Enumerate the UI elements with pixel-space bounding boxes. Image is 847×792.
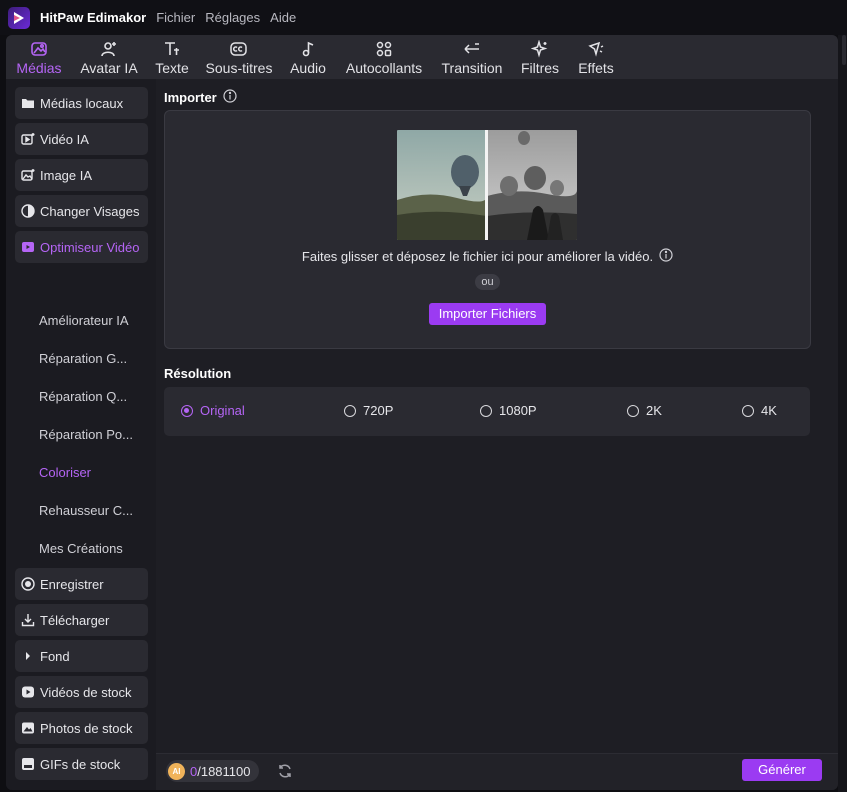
sidebar-item-telecharger[interactable]: Télécharger — [15, 604, 148, 636]
app-logo-icon — [8, 6, 30, 29]
radio-1080p[interactable]: 1080P — [480, 403, 537, 418]
radio-dot — [627, 404, 639, 417]
tab-filtres[interactable]: Filtres — [512, 35, 568, 79]
tab-texte[interactable]: Texte — [146, 35, 198, 79]
gif-icon — [21, 757, 35, 771]
radio-dot — [742, 404, 754, 417]
sidebar-item-fond[interactable]: Fond — [15, 640, 148, 672]
resolution-section-title: Résolution — [164, 366, 232, 381]
sidebar-item-changer-visages[interactable]: Changer Visages — [15, 195, 148, 227]
radio-720p[interactable]: 720P — [344, 403, 393, 418]
tab-audio[interactable]: Audio — [280, 35, 336, 79]
sparkle-icon — [531, 39, 549, 59]
stickers-icon — [375, 39, 393, 59]
menu-reglages[interactable]: Réglages — [205, 10, 260, 25]
text-icon — [163, 39, 181, 59]
sub-item-reparation-g[interactable]: Réparation G... — [39, 346, 149, 370]
sidebar-item-photos-de-stock[interactable]: Photos de stock — [15, 712, 148, 744]
tab-sous-titres[interactable]: Sous-titres — [198, 35, 280, 79]
sidebar-item-video-ia[interactable]: Vidéo IA — [15, 123, 148, 155]
sub-item-reparation-po[interactable]: Réparation Po... — [39, 422, 149, 446]
preview-image — [397, 130, 577, 240]
video-ai-icon — [21, 132, 35, 146]
top-toolbar: Médias Avatar IA Texte Sous-titres Audio — [6, 35, 838, 79]
sidebar-item-enregistrer[interactable]: Enregistrer — [15, 568, 148, 600]
subtitles-icon — [229, 39, 249, 59]
radio-original[interactable]: Original — [181, 403, 245, 418]
credits-counter: AI 0 /1881100 — [166, 760, 259, 782]
or-separator: ou — [475, 274, 500, 290]
avatar-icon — [100, 39, 118, 59]
import-section-title: Importer — [164, 89, 237, 106]
ai-coin-icon: AI — [168, 762, 185, 780]
photo-icon — [21, 721, 35, 735]
app-name: HitPaw Edimakor — [40, 10, 147, 25]
info-icon[interactable] — [659, 248, 673, 265]
sidebar-item-image-ia[interactable]: Image IA — [15, 159, 148, 191]
sidebar-item-videos-de-stock[interactable]: Vidéos de stock — [15, 676, 148, 708]
media-icon — [30, 39, 48, 59]
tab-avatar-ia[interactable]: Avatar IA — [72, 35, 146, 79]
tab-transition[interactable]: Transition — [432, 35, 512, 79]
tab-medias[interactable]: Médias — [6, 35, 72, 79]
drop-zone[interactable]: Faites glisser et déposez le fichier ici… — [164, 110, 811, 349]
menu-fichier[interactable]: Fichier — [156, 10, 195, 25]
credits-total: /1881100 — [197, 763, 251, 779]
sidebar-item-gifs-de-stock[interactable]: GIFs de stock — [15, 748, 148, 780]
bottom-bar: AI 0 /1881100 Générer — [156, 753, 838, 790]
resolution-options: Original 720P 1080P 2K 4K — [164, 387, 810, 436]
tab-autocollants[interactable]: Autocollants — [336, 35, 432, 79]
generate-button[interactable]: Générer — [742, 759, 822, 781]
folder-icon — [21, 96, 35, 110]
radio-2k[interactable]: 2K — [627, 403, 662, 418]
transition-icon — [462, 39, 482, 59]
title-bar: HitPaw Edimakor Fichier Réglages Aide — [0, 0, 847, 35]
tab-effets[interactable]: Effets — [568, 35, 624, 79]
main-panel: Importer Faites glisser et déposez le fi… — [156, 79, 838, 790]
info-icon[interactable] — [223, 89, 237, 106]
menu-aide[interactable]: Aide — [270, 10, 296, 25]
face-swap-icon — [21, 204, 35, 218]
radio-dot — [480, 404, 492, 417]
download-icon — [21, 613, 35, 627]
scroll-handle[interactable] — [842, 35, 846, 65]
refresh-icon[interactable] — [277, 763, 293, 782]
image-ai-icon — [21, 168, 35, 182]
import-files-button[interactable]: Importer Fichiers — [429, 303, 546, 325]
caret-right-icon — [21, 649, 35, 663]
sub-item-coloriser[interactable]: Coloriser — [39, 460, 149, 484]
right-edge-panel — [838, 35, 847, 792]
play-icon — [21, 685, 35, 699]
sub-item-ameliorateur-ia[interactable]: Améliorateur IA — [39, 308, 149, 332]
sub-item-mes-creations[interactable]: Mes Créations — [39, 536, 149, 560]
credits-used: 0 — [190, 763, 198, 779]
sidebar: Médias locaux Vidéo IA Image IA Changer … — [6, 79, 156, 790]
sidebar-item-medias-locaux[interactable]: Médias locaux — [15, 87, 148, 119]
radio-4k[interactable]: 4K — [742, 403, 777, 418]
video-enhancer-icon — [21, 240, 35, 254]
radio-dot — [181, 404, 193, 417]
drop-instructions: Faites glisser et déposez le fichier ici… — [165, 248, 810, 265]
music-note-icon — [299, 39, 317, 59]
sidebar-item-optimiseur-video[interactable]: Optimiseur Vidéo — [15, 231, 148, 263]
effects-icon — [587, 39, 605, 59]
radio-dot — [344, 404, 356, 417]
main-window: Médias Avatar IA Texte Sous-titres Audio — [6, 35, 838, 790]
record-icon — [21, 577, 35, 591]
sub-item-rehausseur-c[interactable]: Rehausseur C... — [39, 498, 149, 522]
sub-item-reparation-q[interactable]: Réparation Q... — [39, 384, 149, 408]
